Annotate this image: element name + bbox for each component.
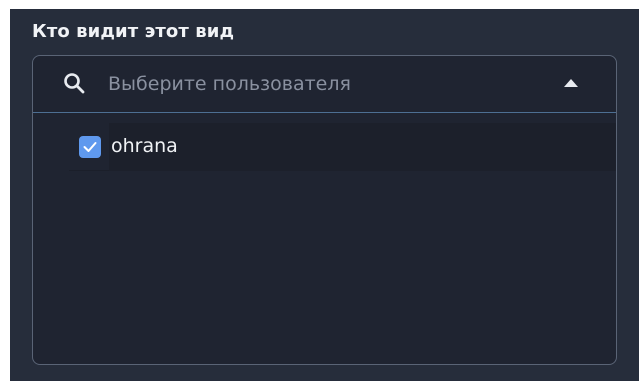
list-item-user-ohrana[interactable]: ohrana	[69, 123, 616, 171]
checkmark-icon	[83, 142, 97, 152]
search-icon	[64, 73, 85, 94]
section-title: Кто видит этот вид	[32, 21, 235, 42]
user-option-label: ohrana	[111, 135, 178, 157]
user-select-dropdown[interactable]: ohrana	[32, 55, 617, 365]
caret-up-icon[interactable]	[564, 79, 578, 87]
user-checkbox[interactable]	[79, 136, 101, 158]
visibility-panel: Кто видит этот вид ohrana	[10, 9, 639, 381]
user-search-input[interactable]	[108, 69, 528, 99]
search-row[interactable]	[33, 56, 616, 113]
